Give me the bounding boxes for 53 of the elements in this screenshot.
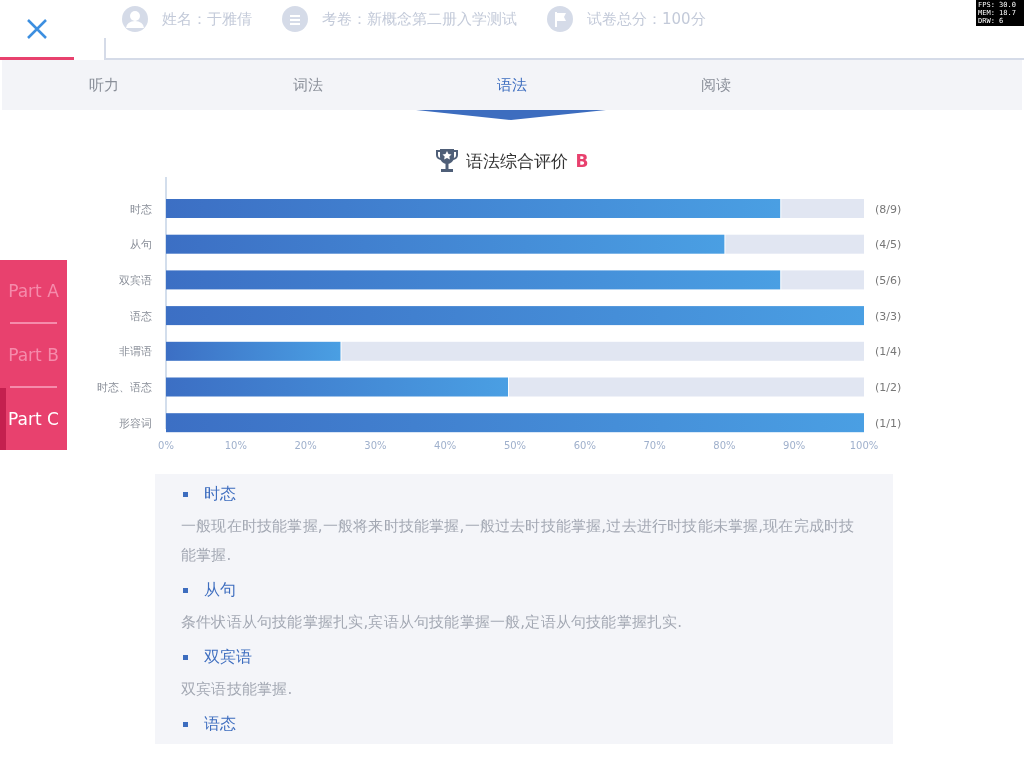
section-title: 从句	[204, 579, 236, 601]
tab[interactable]: 语法	[410, 60, 614, 110]
tab[interactable]: 词法	[206, 60, 410, 110]
bullet-icon	[183, 654, 188, 660]
section-title: 语态	[204, 713, 236, 735]
total-score: 试卷总分：100分	[587, 9, 706, 29]
student-name: 姓名：于雅倩	[162, 9, 252, 29]
category-label: 非谓语	[119, 345, 152, 359]
section-title: 时态	[204, 483, 236, 505]
tick-label: 20%	[294, 440, 317, 451]
close-icon	[26, 17, 48, 40]
tab[interactable]: 阅读	[614, 60, 818, 110]
value-label: (3/3)	[875, 309, 902, 323]
tick-label: 100%	[849, 440, 879, 451]
section-title: 双宾语	[204, 646, 252, 668]
value-label: (8/9)	[875, 202, 902, 216]
value-label: (1/4)	[875, 345, 902, 359]
tick-label: 50%	[503, 440, 527, 451]
bullet-icon	[183, 721, 188, 727]
flag-icon	[547, 6, 573, 32]
tick-label: 70%	[643, 440, 666, 451]
bullet-icon	[183, 587, 188, 593]
category-label: 形容词	[119, 416, 152, 430]
chart-title: 语法综合评价	[465, 149, 568, 173]
trophy-icon	[435, 148, 458, 174]
category-label: 时态	[130, 202, 152, 216]
tick-label: 40%	[434, 440, 457, 451]
section-text: 一般现在时技能掌握,一般将来时技能掌握,一般过去时技能掌握,过去进行时技能未掌握,现在完成时技能掌握.	[181, 516, 856, 566]
category-label: 语态	[130, 309, 152, 323]
tick-label: 10%	[224, 440, 247, 451]
tick-label: 90%	[783, 440, 806, 451]
tick-label: 80%	[713, 440, 736, 451]
bullet-icon	[183, 491, 188, 497]
exam-paper-name: 考卷：新概念第二册入学测试	[322, 9, 517, 29]
part-tab[interactable]: Part C	[0, 388, 67, 450]
part-tab[interactable]: Part B	[0, 324, 67, 386]
tab[interactable]: 听力	[2, 60, 206, 110]
section-text: 条件状语从句技能掌握扎实,宾语从句技能掌握一般,定语从句技能掌握扎实.	[181, 612, 684, 633]
value-label: (1/2)	[875, 381, 902, 394]
category-label: 从句	[130, 238, 152, 252]
document-icon	[282, 6, 308, 32]
value-label: (5/6)	[875, 273, 902, 287]
tick-label: 0%	[158, 440, 174, 451]
user-avatar-icon	[122, 6, 148, 32]
category-label: 时态、语态	[97, 381, 152, 394]
value-label: (1/1)	[875, 416, 902, 430]
value-label: (4/5)	[875, 238, 902, 252]
tick-label: 60%	[573, 440, 596, 451]
part-tab[interactable]: Part A	[0, 260, 67, 322]
category-label: 双宾语	[119, 273, 152, 287]
grade: B	[575, 151, 589, 171]
tick-label: 30%	[364, 440, 387, 451]
section-text: 双宾语技能掌握.	[181, 679, 294, 700]
